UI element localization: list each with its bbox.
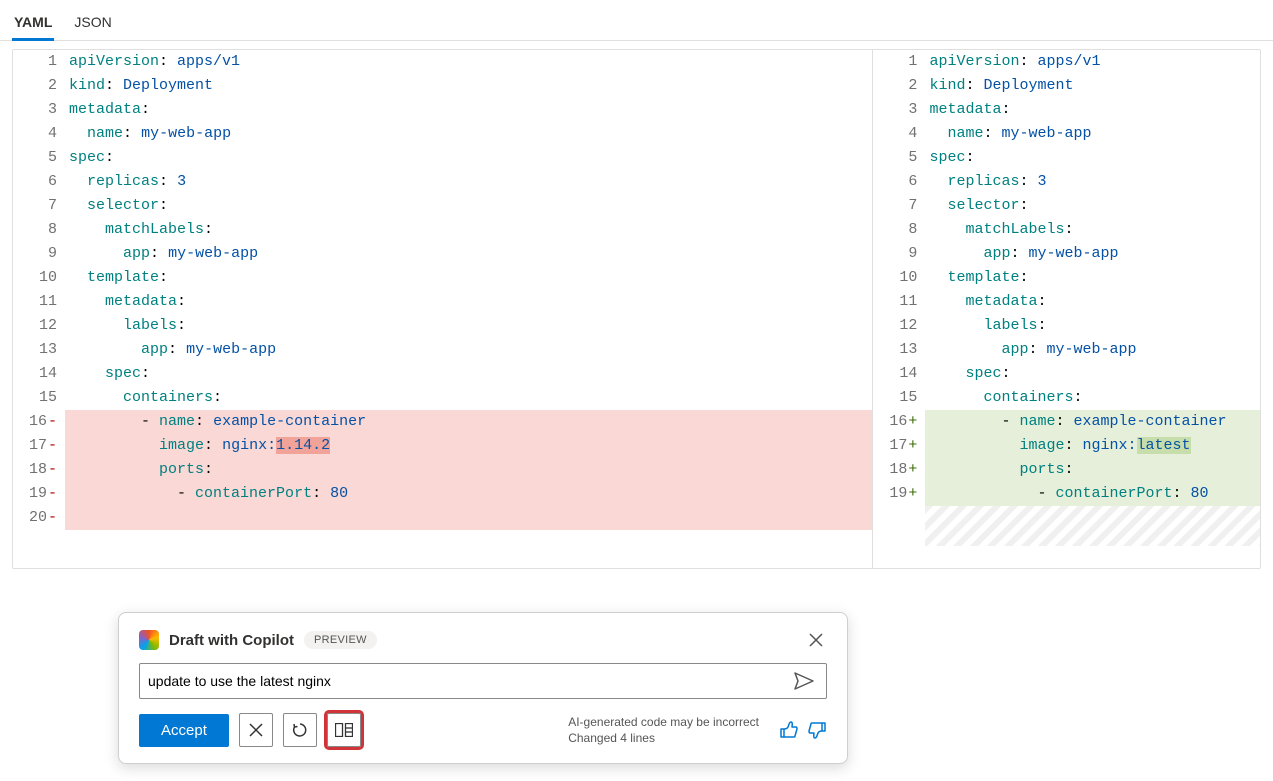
line-number: 10 [873,266,917,290]
diff-pane-modified[interactable]: 12345678910111213141516+17+18+19+apiVers… [873,50,1260,568]
line-number: 13 [873,338,917,362]
code-line[interactable]: replicas: 3 [65,170,872,194]
line-number: 9 [873,242,917,266]
code-line[interactable]: labels: [925,314,1260,338]
tab-json[interactable]: JSON [72,8,113,40]
code-line[interactable]: ports: [65,458,872,482]
line-number: 4 [873,122,917,146]
code-line[interactable]: template: [65,266,872,290]
line-number: 16+ [873,410,917,434]
code-line[interactable]: selector: [925,194,1260,218]
copilot-status-text: AI-generated code may be incorrect Chang… [568,714,759,746]
code-line[interactable]: app: my-web-app [65,242,872,266]
code-line[interactable]: kind: Deployment [65,74,872,98]
code-line[interactable]: metadata: [925,98,1260,122]
code-line[interactable]: spec: [65,362,872,386]
empty-diff-region [925,506,1260,546]
toggle-diff-view-button[interactable] [327,713,361,747]
code-line[interactable]: template: [925,266,1260,290]
code-line[interactable]: apiVersion: apps/v1 [925,50,1260,74]
code-line[interactable]: image: nginx:1.14.2 [65,434,872,458]
line-number: 8 [873,218,917,242]
code-line[interactable]: matchLabels: [925,218,1260,242]
line-number: 19+ [873,482,917,506]
code-line[interactable]: name: my-web-app [65,122,872,146]
line-number: 14 [873,362,917,386]
code-line[interactable]: - containerPort: 80 [65,482,872,506]
line-number: 12 [13,314,57,338]
line-number: 18- [13,458,57,482]
close-button[interactable] [805,629,827,651]
line-number: 15 [873,386,917,410]
thumbs-up-button[interactable] [779,720,799,740]
code-line[interactable]: matchLabels: [65,218,872,242]
code-line[interactable]: selector: [65,194,872,218]
accept-button[interactable]: Accept [139,714,229,747]
line-number: 1 [873,50,917,74]
code-line[interactable]: labels: [65,314,872,338]
code-line[interactable]: image: nginx:latest [925,434,1260,458]
code-line[interactable]: spec: [925,146,1260,170]
line-number: 1 [13,50,57,74]
line-number: 2 [873,74,917,98]
line-number: 3 [873,98,917,122]
line-number: 16- [13,410,57,434]
line-number: 7 [13,194,57,218]
code-line[interactable]: - name: example-container [65,410,872,434]
line-number: 10 [13,266,57,290]
code-line[interactable] [65,506,872,530]
copilot-icon [139,630,159,650]
code-line[interactable]: name: my-web-app [925,122,1260,146]
line-number: 15 [13,386,57,410]
code-line[interactable]: metadata: [925,290,1260,314]
code-line[interactable]: app: my-web-app [925,338,1260,362]
copilot-draft-panel: Draft with Copilot PREVIEW Accept AI-gen… [118,612,848,764]
code-line[interactable]: containers: [65,386,872,410]
code-line[interactable]: app: my-web-app [65,338,872,362]
line-number: 6 [873,170,917,194]
diff-editor: 12345678910111213141516-17-18-19-20-apiV… [12,49,1261,569]
line-number: 9 [13,242,57,266]
code-line[interactable]: spec: [65,146,872,170]
line-number: 6 [13,170,57,194]
line-number: 17- [13,434,57,458]
line-number: 2 [13,74,57,98]
code-line[interactable]: - containerPort: 80 [925,482,1260,506]
send-button[interactable] [790,670,818,692]
copilot-prompt-input[interactable] [148,673,790,689]
line-number: 4 [13,122,57,146]
diff-pane-original[interactable]: 12345678910111213141516-17-18-19-20-apiV… [13,50,873,568]
line-number: 13 [13,338,57,362]
preview-badge: PREVIEW [304,631,377,649]
line-number: 5 [13,146,57,170]
line-number: 5 [873,146,917,170]
code-line[interactable]: apiVersion: apps/v1 [65,50,872,74]
line-number: 11 [13,290,57,314]
line-number: 19- [13,482,57,506]
code-line[interactable]: ports: [925,458,1260,482]
line-number: 7 [873,194,917,218]
regenerate-button[interactable] [283,713,317,747]
code-line[interactable]: app: my-web-app [925,242,1260,266]
line-number: 12 [873,314,917,338]
code-line[interactable]: containers: [925,386,1260,410]
line-number: 11 [873,290,917,314]
line-number: 18+ [873,458,917,482]
line-number: 17+ [873,434,917,458]
code-line[interactable]: metadata: [65,98,872,122]
code-line[interactable]: replicas: 3 [925,170,1260,194]
tab-yaml[interactable]: YAML [12,8,54,40]
code-line[interactable]: metadata: [65,290,872,314]
line-number: 20- [13,506,57,530]
code-line[interactable]: - name: example-container [925,410,1260,434]
discard-button[interactable] [239,713,273,747]
line-number: 3 [13,98,57,122]
line-number: 14 [13,362,57,386]
code-line[interactable]: spec: [925,362,1260,386]
thumbs-down-button[interactable] [807,720,827,740]
format-tabs: YAML JSON [0,0,1273,41]
line-number: 8 [13,218,57,242]
copilot-title: Draft with Copilot [169,632,294,649]
code-line[interactable]: kind: Deployment [925,74,1260,98]
